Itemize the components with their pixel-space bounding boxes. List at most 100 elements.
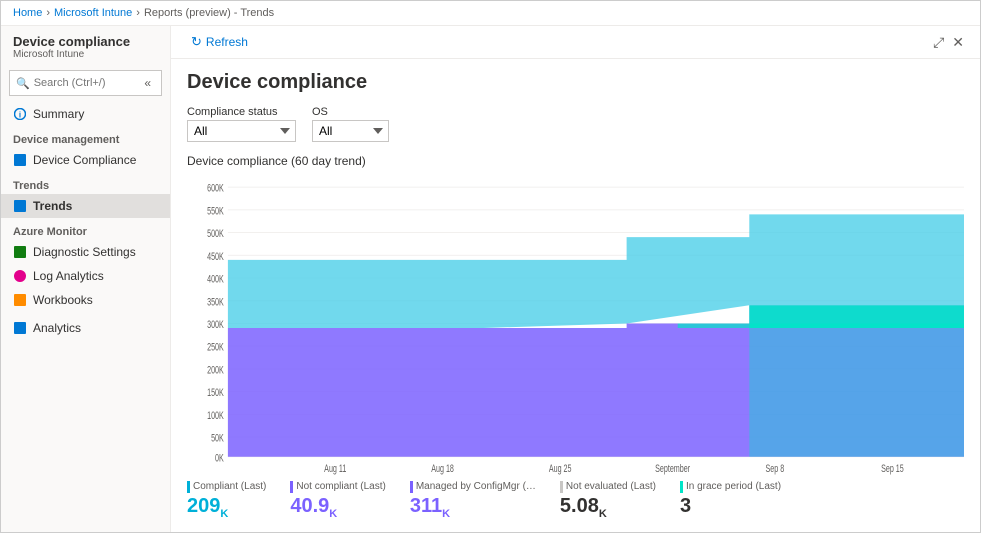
svg-text:300K: 300K (207, 319, 224, 331)
svg-text:450K: 450K (207, 250, 224, 262)
compliance-status-filter: Compliance status All Compliant Not comp… (187, 106, 296, 142)
os-label: OS (312, 106, 389, 118)
refresh-icon: ↻ (191, 34, 202, 50)
breadcrumb-intune[interactable]: Microsoft Intune (54, 7, 132, 19)
trends-icon (13, 199, 27, 213)
svg-text:400K: 400K (207, 273, 224, 285)
legend-not-evaluated-color (560, 481, 563, 493)
breadcrumb: Home › Microsoft Intune › Reports (previ… (1, 1, 980, 26)
sidebar-search-container: 🔍 « (9, 70, 162, 96)
main-content: ↻ Refresh ⤢ ✕ Device compliance Complian… (171, 26, 980, 532)
workbooks-icon (13, 293, 27, 307)
svg-text:Aug 11: Aug 11 (324, 463, 346, 475)
filters-row: Compliance status All Compliant Not comp… (187, 106, 964, 142)
app-frame: Home › Microsoft Intune › Reports (previ… (0, 0, 981, 533)
legend-not-evaluated-value: 5.08K (560, 495, 656, 520)
chart-section: Device compliance (60 day trend) (187, 154, 964, 520)
compliance-status-select[interactable]: All Compliant Not compliant Not evaluate… (187, 120, 296, 142)
info-icon: i (13, 107, 27, 121)
sidebar-item-workbooks[interactable]: Workbooks (1, 288, 170, 312)
sidebar-item-diagnostic-settings-label: Diagnostic Settings (33, 245, 136, 259)
refresh-button[interactable]: ↻ Refresh (187, 32, 252, 52)
sidebar-item-analytics[interactable]: Analytics (1, 316, 170, 340)
sidebar-item-analytics-label: Analytics (33, 321, 81, 335)
sidebar-section-device-management: Device management (1, 126, 170, 148)
breadcrumb-sep2: › (136, 7, 140, 19)
search-input[interactable] (34, 77, 137, 89)
os-filter: OS All Windows iOS Android macOS (312, 106, 389, 142)
sidebar-item-diagnostic-settings[interactable]: Diagnostic Settings (1, 240, 170, 264)
log-analytics-icon (13, 269, 27, 283)
legend-in-grace: In grace period (Last) 3 (680, 481, 781, 517)
legend-managed-configmgr: Managed by ConfigMgr (… 311K (410, 481, 536, 520)
legend-in-grace-color (680, 481, 683, 493)
search-icon: 🔍 (16, 77, 30, 90)
diag-icon (13, 245, 27, 259)
legend-compliant-label: Compliant (Last) (187, 481, 266, 493)
content-body: Device compliance Compliance status All … (171, 59, 980, 532)
svg-text:Aug 25: Aug 25 (549, 463, 572, 475)
window-controls: ⤢ ✕ (933, 34, 964, 51)
sidebar-item-summary-label: Summary (33, 107, 84, 121)
legend-compliant: Compliant (Last) 209K (187, 481, 266, 520)
compliance-status-label: Compliance status (187, 106, 296, 118)
sidebar-section-trends: Trends (1, 172, 170, 194)
analytics-icon (13, 321, 27, 335)
legend-managed-configmgr-label: Managed by ConfigMgr (… (410, 481, 536, 493)
sidebar-collapse-button[interactable]: « (140, 74, 155, 92)
os-select[interactable]: All Windows iOS Android macOS (312, 120, 389, 142)
chart-container: 600K 550K 500K 450K 400K 350K 300K 250K … (187, 172, 964, 475)
svg-text:100K: 100K (207, 409, 224, 421)
legend-not-evaluated-label: Not evaluated (Last) (560, 481, 656, 493)
svg-text:0K: 0K (215, 452, 224, 464)
content-toolbar: ↻ Refresh ⤢ ✕ (171, 26, 980, 59)
legend-not-compliant-color (290, 481, 293, 493)
sidebar-subtitle: Microsoft Intune (13, 49, 158, 60)
legend-compliant-value: 209K (187, 495, 266, 520)
svg-text:150K: 150K (207, 387, 224, 399)
svg-text:500K: 500K (207, 228, 224, 240)
svg-text:Sep 8: Sep 8 (766, 463, 785, 475)
legend-managed-configmgr-color (410, 481, 413, 493)
svg-text:550K: 550K (207, 205, 224, 217)
sidebar-item-device-compliance-label: Device Compliance (33, 153, 136, 167)
sidebar-item-trends[interactable]: Trends (1, 194, 170, 218)
svg-text:i: i (19, 111, 21, 120)
chart-title: Device compliance (60 day trend) (187, 154, 964, 168)
page-title: Device compliance (187, 71, 964, 94)
sidebar-header: Device compliance Microsoft Intune (1, 26, 170, 64)
compliance-icon (13, 153, 27, 167)
expand-button[interactable]: ⤢ (933, 34, 944, 51)
chart-svg: 600K 550K 500K 450K 400K 350K 300K 250K … (187, 172, 964, 475)
svg-text:Aug 18: Aug 18 (431, 463, 454, 475)
svg-text:50K: 50K (211, 432, 224, 444)
breadcrumb-sep1: › (46, 7, 50, 19)
svg-text:600K: 600K (207, 182, 224, 194)
sidebar-item-workbooks-label: Workbooks (33, 293, 93, 307)
legend-row: Compliant (Last) 209K Not compliant (Las… (187, 481, 964, 520)
svg-text:250K: 250K (207, 341, 224, 353)
legend-not-compliant: Not compliant (Last) 40.9K (290, 481, 385, 520)
legend-compliant-color (187, 481, 190, 493)
legend-not-compliant-value: 40.9K (290, 495, 385, 520)
sidebar-section-azure-monitor: Azure Monitor (1, 218, 170, 240)
main-layout: Device compliance Microsoft Intune 🔍 « i… (1, 26, 980, 532)
svg-text:350K: 350K (207, 296, 224, 308)
sidebar-item-trends-label: Trends (33, 199, 72, 213)
sidebar-item-log-analytics-label: Log Analytics (33, 269, 104, 283)
legend-not-evaluated: Not evaluated (Last) 5.08K (560, 481, 656, 520)
breadcrumb-home[interactable]: Home (13, 7, 42, 19)
close-button[interactable]: ✕ (952, 34, 964, 51)
svg-text:200K: 200K (207, 364, 224, 376)
sidebar: Device compliance Microsoft Intune 🔍 « i… (1, 26, 171, 532)
svg-text:September: September (655, 463, 690, 475)
legend-not-compliant-label: Not compliant (Last) (290, 481, 385, 493)
svg-text:Sep 15: Sep 15 (881, 463, 904, 475)
legend-in-grace-label: In grace period (Last) (680, 481, 781, 493)
sidebar-item-device-compliance[interactable]: Device Compliance (1, 148, 170, 172)
breadcrumb-current: Reports (preview) - Trends (144, 7, 274, 19)
sidebar-title: Device compliance (13, 34, 158, 49)
legend-managed-configmgr-value: 311K (410, 495, 536, 520)
sidebar-item-log-analytics[interactable]: Log Analytics (1, 264, 170, 288)
sidebar-item-summary[interactable]: i Summary (1, 102, 170, 126)
